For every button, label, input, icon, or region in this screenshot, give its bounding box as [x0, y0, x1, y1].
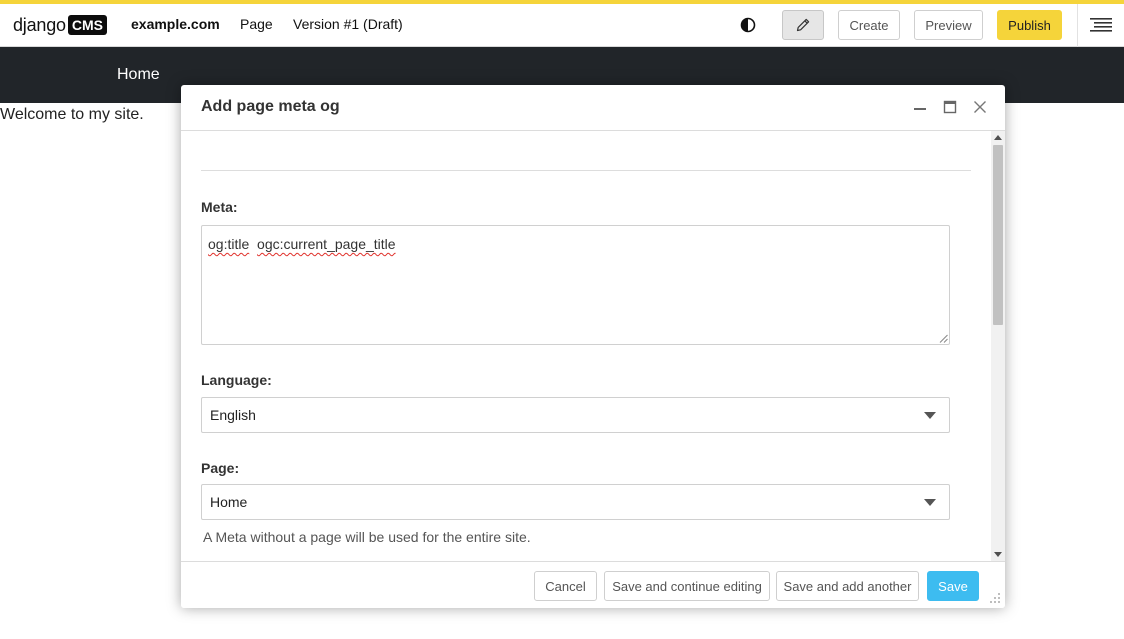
- save-button[interactable]: Save: [927, 571, 979, 601]
- django-cms-logo[interactable]: django CMS: [13, 13, 107, 37]
- language-select-value: English: [210, 407, 256, 423]
- modal-resize-icon[interactable]: [989, 592, 1001, 604]
- modal-footer: Cancel Save and continue editing Save an…: [181, 561, 1005, 608]
- scrollbar-thumb[interactable]: [993, 145, 1003, 325]
- cancel-button[interactable]: Cancel: [534, 571, 597, 601]
- chevron-down-icon: [924, 412, 936, 419]
- page-label: Page:: [201, 460, 240, 476]
- create-button[interactable]: Create: [838, 10, 900, 40]
- save-and-continue-button[interactable]: Save and continue editing: [604, 571, 770, 601]
- close-icon[interactable]: [972, 99, 988, 115]
- maximize-icon[interactable]: [942, 99, 958, 115]
- chevron-down-icon: [924, 499, 936, 506]
- scroll-up-icon[interactable]: [994, 135, 1002, 140]
- version-menu[interactable]: Version #1 (Draft): [293, 16, 403, 32]
- site-menu[interactable]: example.com: [131, 16, 220, 32]
- language-label: Language:: [201, 372, 272, 388]
- modal-header: Add page meta og: [181, 85, 1005, 131]
- modal-title: Add page meta og: [201, 98, 340, 115]
- contrast-icon[interactable]: [740, 17, 756, 33]
- edit-mode-button[interactable]: [782, 10, 824, 40]
- page-menu[interactable]: Page: [240, 16, 273, 32]
- meta-textarea[interactable]: og:title ogc:current_page_title: [201, 225, 950, 345]
- site-nav-home-link[interactable]: Home: [117, 66, 160, 84]
- page-select[interactable]: Home: [201, 484, 950, 520]
- modal-scrollbar[interactable]: [991, 131, 1005, 561]
- modal-body: Meta: og:title ogc:current_page_title La…: [181, 131, 991, 561]
- add-page-meta-modal: Add page meta og Meta: og:title ogc:curr…: [181, 85, 1005, 608]
- page-help-text: A Meta without a page will be used for t…: [203, 529, 531, 545]
- page-select-value: Home: [210, 494, 248, 510]
- meta-property: og:title: [208, 236, 250, 252]
- cms-toolbar: django CMS example.com Page Version #1 (…: [0, 0, 1124, 47]
- logo-word: django: [13, 14, 66, 35]
- save-and-add-another-button[interactable]: Save and add another: [776, 571, 919, 601]
- preview-button[interactable]: Preview: [914, 10, 983, 40]
- toolbar-divider: [1077, 4, 1078, 47]
- scroll-down-icon[interactable]: [994, 552, 1002, 557]
- hamburger-menu-icon[interactable]: [1090, 17, 1112, 33]
- language-select[interactable]: English: [201, 397, 950, 433]
- logo-badge: CMS: [67, 15, 107, 35]
- publish-button[interactable]: Publish: [997, 10, 1062, 40]
- site-welcome-text: Welcome to my site.: [0, 106, 144, 123]
- meta-content: ogc:current_page_title: [257, 236, 396, 252]
- meta-separator: [249, 236, 257, 252]
- pencil-icon: [796, 18, 810, 32]
- minimize-icon[interactable]: [912, 99, 928, 115]
- section-divider: [201, 170, 971, 171]
- textarea-resize-icon[interactable]: [939, 334, 948, 343]
- meta-label: Meta:: [201, 199, 238, 215]
- meta-textarea-value: og:title ogc:current_page_title: [208, 236, 396, 252]
